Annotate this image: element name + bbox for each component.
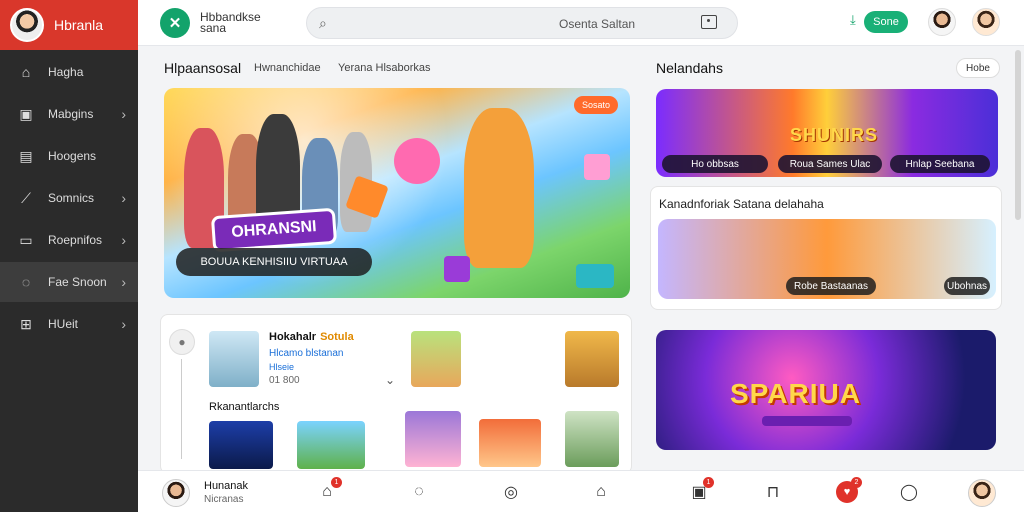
feed-panel: ● Hokahalr Sotula Hlcamo blstanan Hlseie … [160, 314, 632, 474]
thumbnail[interactable] [565, 411, 619, 467]
camera-icon[interactable] [701, 15, 717, 29]
inbox-icon[interactable]: ▣ 1 [688, 477, 714, 503]
card-chip[interactable]: Roua Sames Ulac [778, 155, 882, 173]
thumbnail[interactable] [209, 331, 259, 387]
user-icon[interactable]: ● [169, 329, 195, 355]
row-label: Rkanantlarchs [209, 401, 280, 413]
user-name: Hunanak [204, 480, 249, 492]
sidebar-item-home[interactable]: ⌂ Hagha [0, 52, 138, 92]
sidebar-item-label: Fae Snoon [48, 275, 107, 289]
feed-line-2: Hlseie [269, 362, 295, 372]
notification-badge: 2 [851, 477, 862, 488]
scrollbar[interactable] [1015, 50, 1021, 220]
search-icon: ⌕ [319, 15, 327, 31]
sidebar-item-images[interactable]: ▣ Mabgins › [0, 94, 138, 134]
heart-icon[interactable]: ♥ 2 [836, 477, 862, 503]
grid-icon: ⊞ [20, 315, 32, 332]
compass-icon[interactable]: ◎ [500, 481, 522, 503]
thumbnail[interactable] [297, 421, 365, 469]
chat-icon: ◌ [21, 274, 31, 290]
promo-card-1[interactable]: SHUNIRS Ho obbsas Roua Sames Ulac Hnlap … [656, 89, 998, 177]
sidebar-item-label: Roepnifos [48, 233, 103, 247]
folder-icon: ▭ [19, 231, 33, 248]
sidebar-item-label: HUeit [48, 317, 79, 331]
image-icon: ▣ [19, 105, 33, 122]
tab-2[interactable]: Yerana Hlsaborkas [338, 62, 431, 74]
sidebar-item-label: Mabgins [48, 107, 94, 121]
sidebar-item-folders[interactable]: ▭ Roepnifos › [0, 220, 138, 260]
brand-bar[interactable]: Hbranla [0, 0, 138, 50]
card-chip[interactable]: Robe Bastaanas [786, 277, 876, 295]
upload-icon[interactable]: ⤓ [850, 12, 856, 28]
thumbnail[interactable] [405, 411, 461, 467]
home-icon[interactable]: ⌂ 1 [316, 477, 342, 503]
brand-title: Hbranla [54, 17, 104, 33]
chevron-right-icon: › [121, 274, 126, 290]
chevron-down-icon[interactable]: ⌄ [385, 373, 395, 387]
sidebar-item-label: Hagha [48, 65, 84, 79]
sidebar-item-grid[interactable]: ⊞ HUeit › [0, 304, 138, 344]
hero-caption: BOUUA KENHISIIU VIRTUAA [176, 248, 372, 276]
search-bar[interactable]: ⌕ Osenta Saltan [306, 7, 738, 39]
chevron-right-icon: › [121, 316, 126, 332]
chevron-right-icon: › [121, 106, 126, 122]
card-chip[interactable]: Ho obbsas [662, 155, 768, 173]
tab-1[interactable]: Hwnanchidae [254, 62, 321, 74]
lock-icon[interactable]: ⊓ [762, 481, 784, 503]
chat-icon[interactable]: ◌ [408, 481, 430, 503]
right-panel-title: Nelandahs [656, 60, 723, 76]
bottom-nav: Hunanak Nicranas ⌂ 1 ◌ ◎ ⌂ ▣ 1 ⊓ ♥ 2 ◯ [138, 470, 1024, 512]
sidebar-item-documents[interactable]: ▤ Hoogens [0, 136, 138, 176]
avatar[interactable] [10, 8, 44, 42]
app-logo-icon[interactable]: ✕ [160, 8, 190, 38]
feed-line-1[interactable]: Hlcamo blstanan [269, 348, 343, 359]
avatar[interactable] [972, 8, 1000, 36]
thumbnail[interactable] [411, 331, 461, 387]
sidebar-item-label: Hoogens [48, 149, 97, 163]
promo-card-3[interactable]: SPARIUA [656, 330, 996, 450]
card-chip[interactable]: Ubohnas [944, 277, 990, 295]
top-header: ✕ Hbbandkse sana ⌕ Osenta Saltan ⤓ Sone [138, 0, 1024, 46]
hero-banner[interactable]: Sosato OHRANSNI BOUUA KENHISIIU VIRTUAA [164, 88, 630, 298]
user-subtitle: Nicranas [204, 494, 244, 505]
store-icon[interactable]: ⌂ [590, 481, 612, 503]
feed-line-3: 01 800 [269, 375, 300, 386]
section-heading: Kanadnforiak Satana delahaha [659, 197, 824, 211]
status-badge: Sosato [574, 96, 618, 114]
feed-name[interactable]: Hokahalr Sotula [269, 331, 354, 343]
trend-icon: ⟋ [21, 189, 31, 206]
thumbnail[interactable] [479, 419, 541, 467]
header-action-button[interactable]: Sone [864, 11, 908, 33]
chevron-right-icon: › [121, 190, 126, 206]
search-input[interactable]: Osenta Saltan [559, 17, 635, 31]
avatar[interactable] [968, 479, 996, 507]
card-logo: SHUNIRS [790, 125, 879, 145]
chevron-right-icon: › [121, 232, 126, 248]
thumbnail[interactable] [209, 421, 273, 469]
page-title: Hlpaansosal [164, 60, 242, 76]
notification-badge: 1 [703, 477, 714, 488]
sidebar-item-chat[interactable]: ◌ Fae Snoon › [0, 262, 138, 302]
card-chip[interactable]: Hnlap Seebana [890, 155, 990, 173]
more-button[interactable]: Hobe [956, 58, 1000, 78]
thumbnail[interactable] [565, 331, 619, 387]
document-icon: ▤ [19, 147, 33, 164]
comment-icon[interactable]: ◯ [898, 481, 920, 503]
feed-tag: Sotula [320, 331, 354, 343]
avatar[interactable] [162, 479, 190, 507]
logo-text: Hbbandkse sana [200, 10, 261, 35]
sidebar: Hbranla ⌂ Hagha ▣ Mabgins › ▤ Hoogens ⟋ … [0, 0, 138, 512]
sidebar-item-trends[interactable]: ⟋ Somnics › [0, 178, 138, 218]
card-logo: SPARIUA [730, 378, 861, 409]
notification-badge: 1 [331, 477, 342, 488]
promo-card-2[interactable]: Robe Bastaanas Ubohnas [658, 219, 996, 299]
avatar[interactable] [928, 8, 956, 36]
sidebar-item-label: Somnics [48, 191, 95, 205]
home-icon: ⌂ [21, 64, 31, 80]
